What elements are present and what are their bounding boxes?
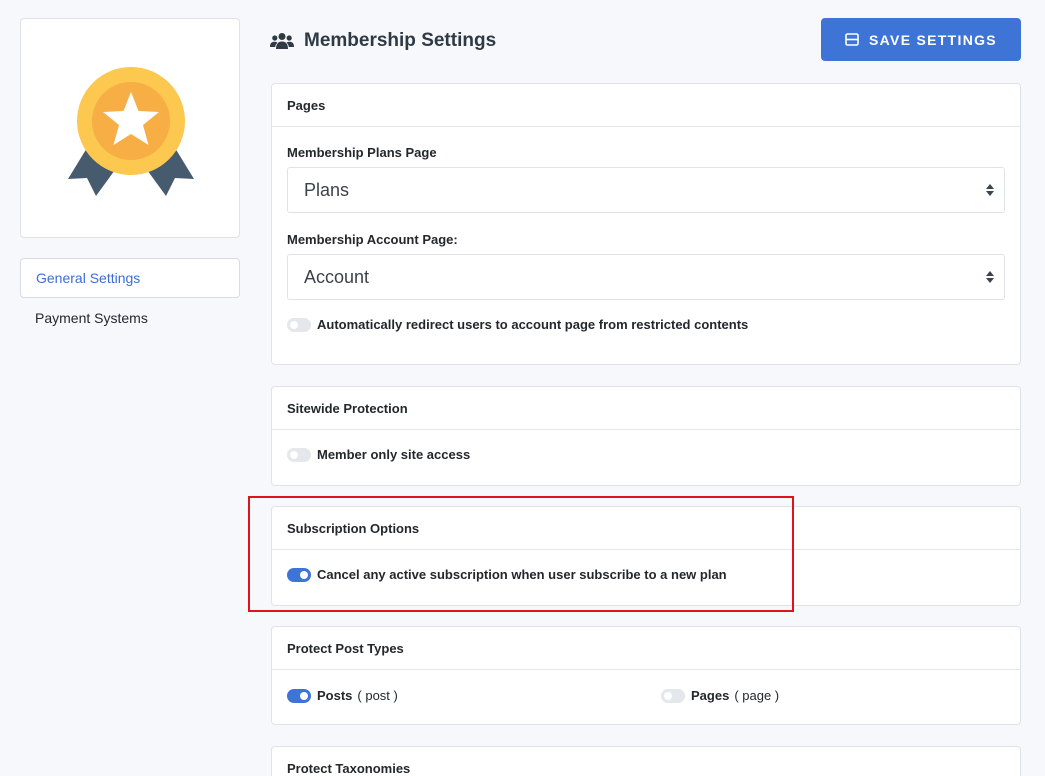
select-arrows-icon: [986, 184, 994, 196]
posts-toggle[interactable]: [287, 688, 311, 703]
save-settings-label: SAVE SETTINGS: [869, 31, 997, 48]
membership-plans-page-select[interactable]: Plans: [287, 167, 1005, 213]
membership-plans-page-value: Plans: [304, 180, 350, 200]
page-title-text: Membership Settings: [304, 30, 497, 51]
sitewide-protection-panel: Sitewide Protection Member only site acc…: [271, 386, 1021, 486]
cancel-subscription-row: Cancel any active subscription when user…: [287, 567, 1005, 582]
protect-post-types-panel: Protect Post Types Posts ( post ) Pages …: [271, 626, 1021, 725]
redirect-label: Automatically redirect users to account …: [317, 317, 749, 332]
membership-account-page-select[interactable]: Account: [287, 254, 1005, 300]
post-type-posts-row: Posts ( post ): [287, 688, 398, 703]
redirect-toggle[interactable]: [287, 317, 311, 332]
logo-card: [20, 18, 240, 238]
post-type-pages-row: Pages ( page ): [661, 688, 779, 703]
member-only-toggle[interactable]: [287, 447, 311, 462]
select-arrows-icon: [986, 271, 994, 283]
save-icon: [845, 33, 859, 46]
cancel-subscription-label: Cancel any active subscription when user…: [317, 567, 727, 582]
cancel-subscription-toggle[interactable]: [287, 567, 311, 582]
medal-logo-icon: [68, 67, 194, 196]
member-only-label: Member only site access: [317, 447, 471, 462]
users-icon: [270, 33, 294, 49]
pages-slug: ( page ): [734, 688, 780, 703]
pages-panel: Pages Membership Plans Page Plans Member…: [271, 83, 1021, 365]
redirect-option-row: Automatically redirect users to account …: [287, 317, 1005, 332]
protect-taxonomies-panel: Protect Taxonomies: [271, 746, 1021, 776]
sidebar-item-general-settings[interactable]: General Settings: [20, 258, 240, 298]
pages-label: Pages: [691, 688, 730, 703]
sitewide-protection-title: Sitewide Protection: [272, 387, 1020, 430]
membership-account-page-label: Membership Account Page:: [287, 232, 458, 247]
save-settings-button[interactable]: SAVE SETTINGS: [821, 18, 1021, 61]
protect-post-types-title: Protect Post Types: [272, 627, 1020, 670]
posts-slug: ( post ): [357, 688, 398, 703]
subscription-options-panel: Subscription Options Cancel any active s…: [271, 506, 1021, 606]
membership-account-page-value: Account: [304, 267, 370, 287]
posts-label: Posts: [317, 688, 353, 703]
pages-toggle[interactable]: [661, 688, 685, 703]
sidebar-item-payment-systems[interactable]: Payment Systems: [20, 298, 240, 338]
member-only-row: Member only site access: [287, 447, 1005, 462]
protect-taxonomies-title: Protect Taxonomies: [272, 747, 1020, 776]
subscription-options-title: Subscription Options: [272, 507, 1020, 550]
page-title: Membership Settings: [270, 29, 496, 53]
pages-panel-title: Pages: [272, 84, 1020, 127]
membership-plans-page-label: Membership Plans Page: [287, 145, 437, 160]
